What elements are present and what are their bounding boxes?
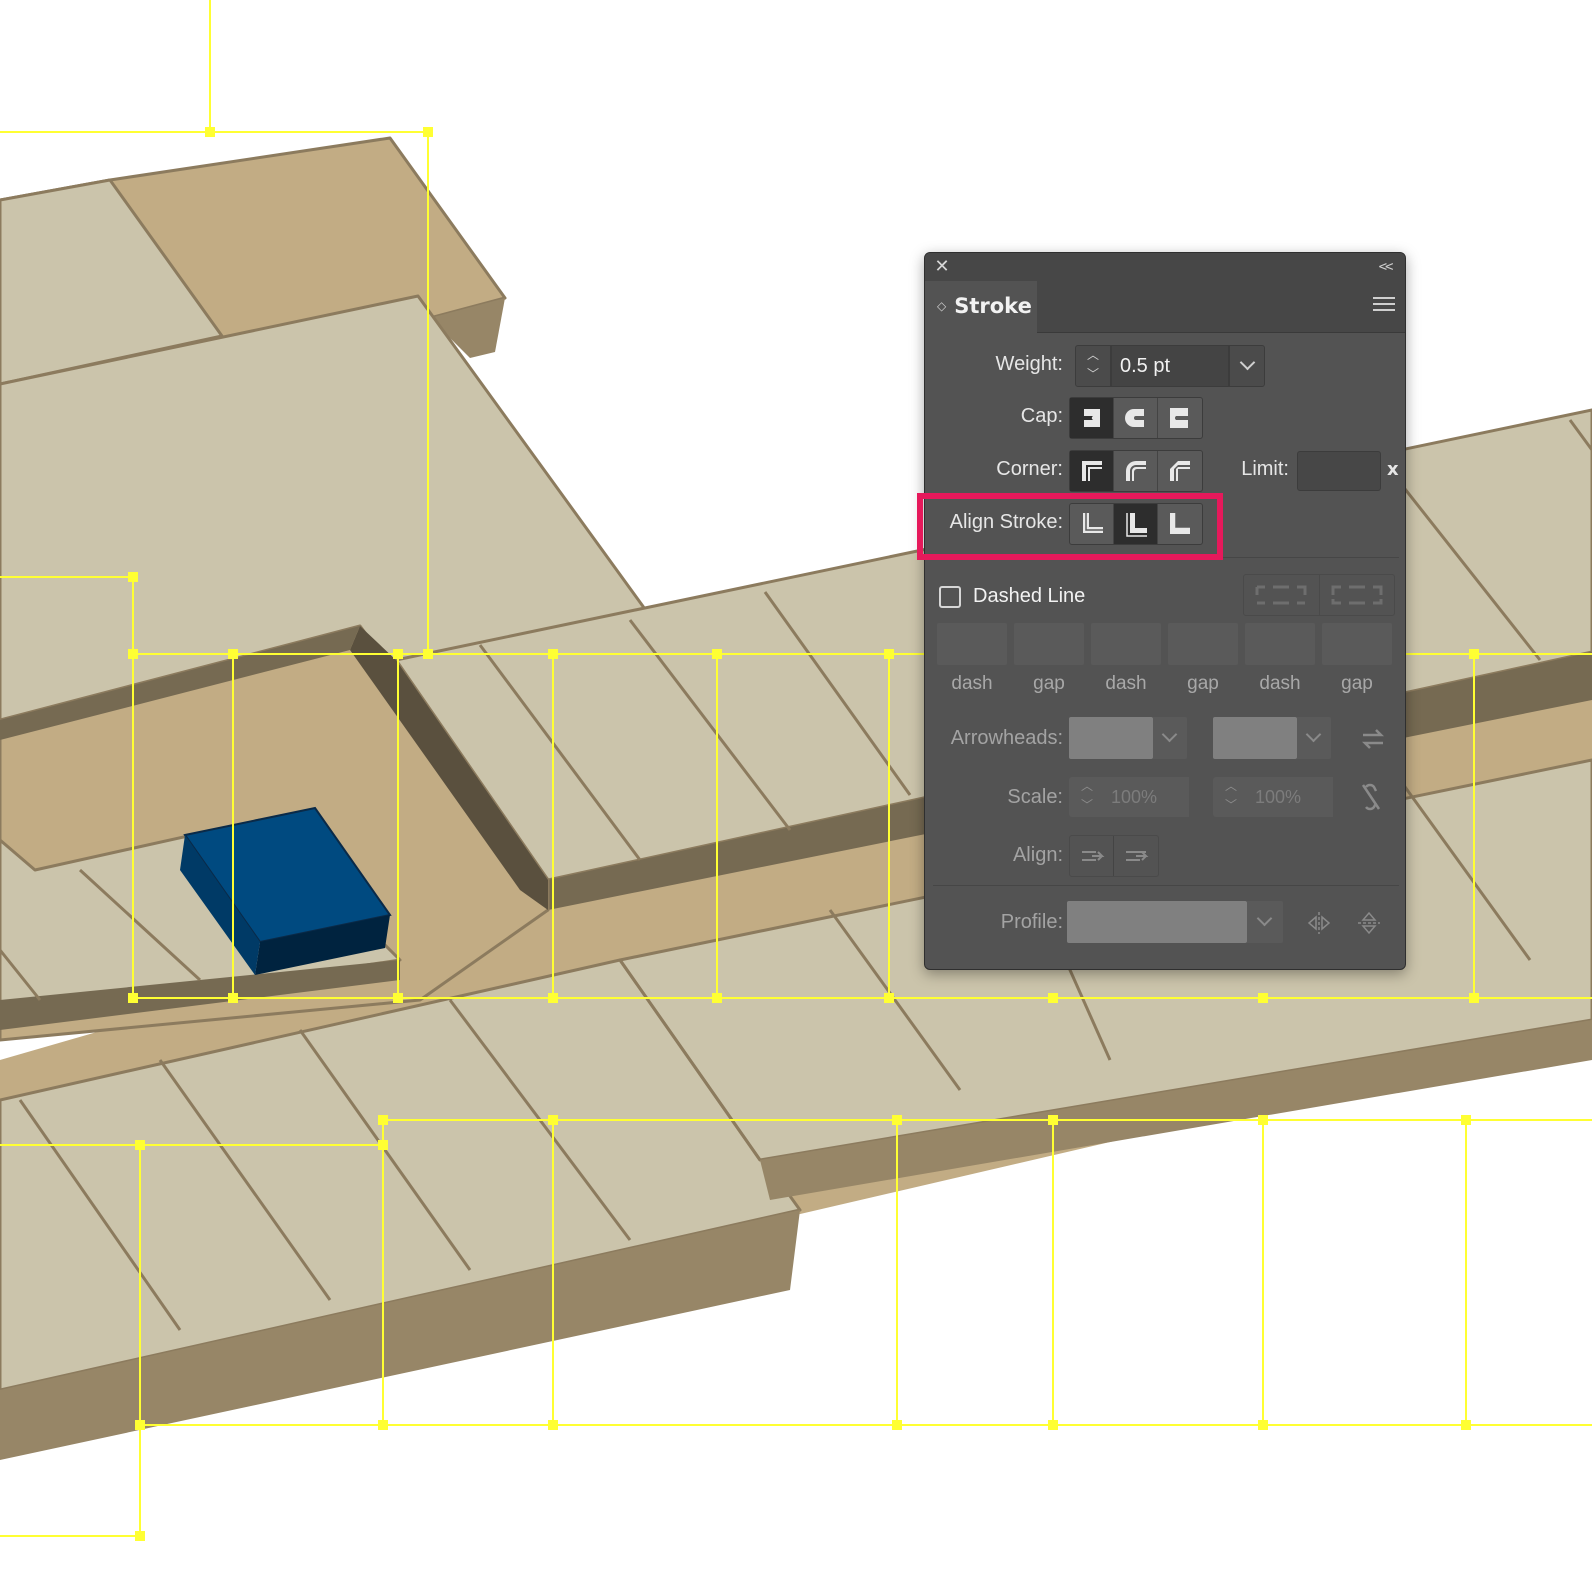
panel-titlebar[interactable]: ✕ << <box>925 253 1405 281</box>
weight-label: Weight: <box>995 353 1063 375</box>
flip-across-icon[interactable] <box>1353 907 1385 939</box>
dash-preserve-icon[interactable] <box>1244 575 1320 615</box>
corner-buttons <box>1069 450 1203 492</box>
round-join-icon[interactable] <box>1114 451 1158 491</box>
stroke-panel: ✕ << ◇ Stroke Weight: ︿ ﹀ 0.5 pt Cap: Corn… <box>924 252 1406 970</box>
align-outside-icon[interactable] <box>1158 504 1202 544</box>
end-scale-stepper[interactable]: ︿ ﹀ <box>1213 777 1249 817</box>
align-label: Align: <box>1012 844 1063 866</box>
start-arrowhead-dropdown[interactable] <box>1153 717 1187 759</box>
weight-input[interactable]: 0.5 pt <box>1111 345 1229 387</box>
align-stroke-label: Align Stroke: <box>949 511 1063 533</box>
arrow-place-icon[interactable] <box>1114 836 1158 876</box>
dash-style-buttons <box>1243 574 1395 616</box>
butt-cap-icon[interactable] <box>1070 398 1114 438</box>
dash-align-corners-icon[interactable] <box>1320 575 1395 615</box>
tab-stroke-label: Stroke <box>954 294 1032 318</box>
chevron-down-icon <box>1239 354 1256 371</box>
updown-icon: ◇ <box>937 299 947 313</box>
limit-suffix: x <box>1387 459 1399 480</box>
close-icon[interactable]: ✕ <box>931 256 953 278</box>
panel-tabstrip: ◇ Stroke <box>925 281 1405 334</box>
tab-stroke[interactable]: ◇ Stroke <box>925 281 1037 334</box>
swap-arrowheads-icon[interactable] <box>1357 723 1389 755</box>
arrow-align-buttons <box>1069 835 1159 877</box>
projecting-cap-icon[interactable] <box>1158 398 1202 438</box>
profile-dropdown[interactable] <box>1247 901 1283 943</box>
profile-select[interactable] <box>1067 901 1247 943</box>
limit-input[interactable] <box>1297 451 1381 491</box>
end-scale-input[interactable]: 100% <box>1249 777 1333 817</box>
gap-caption: gap <box>1341 673 1373 694</box>
dashed-line-label: Dashed Line <box>973 585 1086 607</box>
start-arrowhead-select[interactable] <box>1069 717 1153 759</box>
dash-caption: dash <box>951 673 993 694</box>
cap-buttons <box>1069 397 1203 439</box>
dashed-line-checkbox[interactable] <box>939 586 961 608</box>
gap-input-2[interactable] <box>1168 623 1238 665</box>
end-arrowhead-dropdown[interactable] <box>1297 717 1331 759</box>
flip-along-icon[interactable] <box>1303 907 1335 939</box>
align-stroke-buttons <box>1069 503 1203 545</box>
start-scale-stepper[interactable]: ︿ ﹀ <box>1069 777 1105 817</box>
divider <box>933 885 1399 886</box>
dash-input-1[interactable] <box>937 623 1007 665</box>
divider <box>933 557 1399 558</box>
round-cap-icon[interactable] <box>1114 398 1158 438</box>
profile-label: Profile: <box>1000 911 1063 933</box>
align-inside-icon[interactable] <box>1114 504 1158 544</box>
gap-input-1[interactable] <box>1014 623 1084 665</box>
collapse-icon[interactable]: << <box>1373 256 1397 278</box>
panel-menu-icon[interactable] <box>1373 297 1395 317</box>
chevron-down-icon <box>1161 726 1178 743</box>
chevron-down-icon <box>1256 910 1273 927</box>
dash-input-2[interactable] <box>1091 623 1161 665</box>
unlink-scale-icon[interactable] <box>1355 781 1387 813</box>
start-scale-input[interactable]: 100% <box>1105 777 1189 817</box>
gap-caption: gap <box>1033 673 1065 694</box>
arrow-extend-icon[interactable] <box>1070 836 1114 876</box>
weight-stepper[interactable]: ︿ ﹀ <box>1075 345 1111 387</box>
chevron-down-icon <box>1305 726 1322 743</box>
bevel-join-icon[interactable] <box>1158 451 1202 491</box>
limit-label: Limit: <box>1241 458 1289 480</box>
dash-caption: dash <box>1105 673 1147 694</box>
cap-label: Cap: <box>1020 405 1063 427</box>
weight-dropdown[interactable] <box>1229 345 1265 387</box>
gap-input-3[interactable] <box>1322 623 1392 665</box>
miter-join-icon[interactable] <box>1070 451 1114 491</box>
gap-caption: gap <box>1187 673 1219 694</box>
arrowheads-label: Arrowheads: <box>950 727 1063 749</box>
scale-label: Scale: <box>1007 786 1063 808</box>
dash-input-3[interactable] <box>1245 623 1315 665</box>
corner-label: Corner: <box>996 458 1063 480</box>
end-arrowhead-select[interactable] <box>1213 717 1297 759</box>
dash-caption: dash <box>1259 673 1301 694</box>
align-center-icon[interactable] <box>1070 504 1114 544</box>
